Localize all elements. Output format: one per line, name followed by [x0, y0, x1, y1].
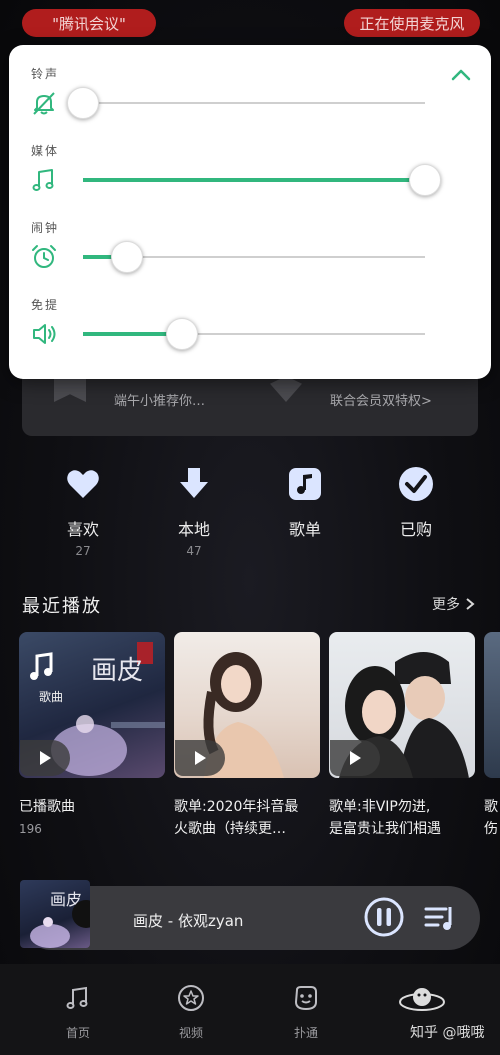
media-slider[interactable] — [83, 164, 441, 196]
nav-home[interactable]: 首页 — [48, 984, 108, 1041]
quick-action-purchased[interactable]: 已购 — [381, 466, 451, 544]
recent-card-title: 歌单:2020年抖音最 火歌曲（持续更… — [174, 799, 299, 837]
pause-icon[interactable] — [364, 897, 404, 937]
diamond-icon — [270, 376, 302, 402]
quick-action-like[interactable]: 喜欢 27 — [48, 466, 118, 558]
bell-muted-icon[interactable] — [30, 89, 58, 117]
recent-card-title: 歌 伤 — [484, 799, 498, 837]
media-slider-knob[interactable] — [409, 164, 441, 196]
play-icon — [350, 751, 361, 765]
quick-action-playlist[interactable]: 歌单 — [270, 466, 340, 544]
prompt-slider[interactable] — [83, 318, 425, 350]
alarm-slider[interactable] — [83, 241, 425, 273]
recent-card[interactable]: 歌单:2020年抖音最 火歌曲（持续更… — [174, 632, 320, 840]
speaker-icon[interactable] — [30, 320, 58, 348]
play-icon — [40, 751, 51, 765]
recent-card-title: 歌单:非VIP勿进, 是富贵让我们相遇 — [329, 799, 441, 837]
recent-card[interactable]: 歌 伤 — [484, 632, 500, 840]
quick-action-count: 27 — [75, 544, 91, 558]
recent-card-cover — [174, 632, 320, 778]
nav-label: 视频 — [178, 1026, 203, 1040]
download-icon — [180, 468, 208, 498]
quick-action-label: 歌单 — [288, 520, 321, 539]
player-cover[interactable]: 画皮 — [20, 880, 90, 948]
recent-card-cover — [329, 632, 475, 778]
media-label: 媒体 — [31, 144, 60, 158]
playlist-queue-icon[interactable] — [424, 903, 456, 933]
heart-icon — [67, 470, 99, 498]
cover-artwork — [30, 900, 90, 948]
music-note-icon[interactable] — [30, 166, 58, 194]
quick-action-local[interactable]: 本地 47 — [159, 466, 229, 558]
ringtone-slider[interactable] — [67, 87, 425, 119]
quick-action-label: 已购 — [399, 520, 432, 539]
nav-label: 扑通 — [293, 1026, 318, 1040]
alarm-slider-knob[interactable] — [111, 241, 144, 273]
volume-panel: 铃声 媒体 闹钟 免提 — [9, 45, 491, 379]
bookmark-icon — [54, 376, 86, 402]
cover-title: 画皮 — [91, 656, 144, 686]
player-song-title: 画皮 - 依观zyan — [133, 912, 244, 930]
ringtone-label: 铃声 — [31, 67, 60, 81]
play-button[interactable] — [175, 740, 225, 776]
star-circle-icon — [178, 985, 204, 1011]
quick-action-count: 47 — [186, 544, 202, 558]
recent-card-count: 196 — [19, 822, 42, 836]
media-slider-fill — [83, 178, 425, 182]
recent-section-title: 最近播放 — [22, 596, 102, 617]
quick-action-label: 本地 — [177, 520, 210, 539]
cover-tag: 歌曲 — [39, 690, 64, 704]
play-button[interactable] — [330, 740, 380, 776]
quick-action-label: 喜欢 — [66, 520, 99, 539]
alarm-clock-icon[interactable] — [30, 243, 58, 271]
alarm-label: 闹钟 — [31, 221, 60, 235]
recent-card[interactable]: 画皮 歌曲 已播歌曲 196 — [19, 632, 165, 836]
meeting-status-pill[interactable]: "腾讯会议" — [22, 9, 156, 37]
watermark-text: 知乎 @哦哦 — [410, 1025, 485, 1041]
vip-left-text: 端午小推荐你… — [114, 394, 206, 409]
ringtone-slider-knob[interactable] — [67, 87, 99, 119]
play-button[interactable] — [20, 740, 70, 776]
check-icon — [399, 467, 433, 501]
more-link[interactable]: 更多 — [432, 594, 476, 614]
music-note-icon — [289, 468, 321, 500]
recent-card[interactable]: 歌单:非VIP勿进, 是富贵让我们相遇 — [329, 632, 475, 840]
planet-logo-icon[interactable] — [398, 982, 446, 1018]
prompt-label: 免提 — [31, 298, 60, 312]
recent-card-cover — [484, 632, 500, 778]
more-label: 更多 — [432, 597, 460, 613]
recent-card-cover: 画皮 歌曲 — [19, 632, 165, 778]
vip-right-text: 联合会员双特权> — [330, 394, 432, 409]
nav-putong[interactable]: 扑通 — [276, 984, 336, 1041]
face-icon — [294, 986, 317, 1011]
chevron-right-icon — [466, 598, 476, 610]
play-icon — [195, 751, 206, 765]
recent-card-title: 已播歌曲 — [19, 799, 75, 815]
prompt-slider-knob[interactable] — [166, 318, 199, 350]
chevron-up-icon[interactable] — [449, 63, 473, 87]
microphone-status-pill[interactable]: 正在使用麦克风 — [344, 9, 480, 37]
music-note-icon — [66, 986, 88, 1009]
nav-video[interactable]: 视频 — [161, 984, 221, 1041]
nav-label: 首页 — [65, 1026, 90, 1040]
